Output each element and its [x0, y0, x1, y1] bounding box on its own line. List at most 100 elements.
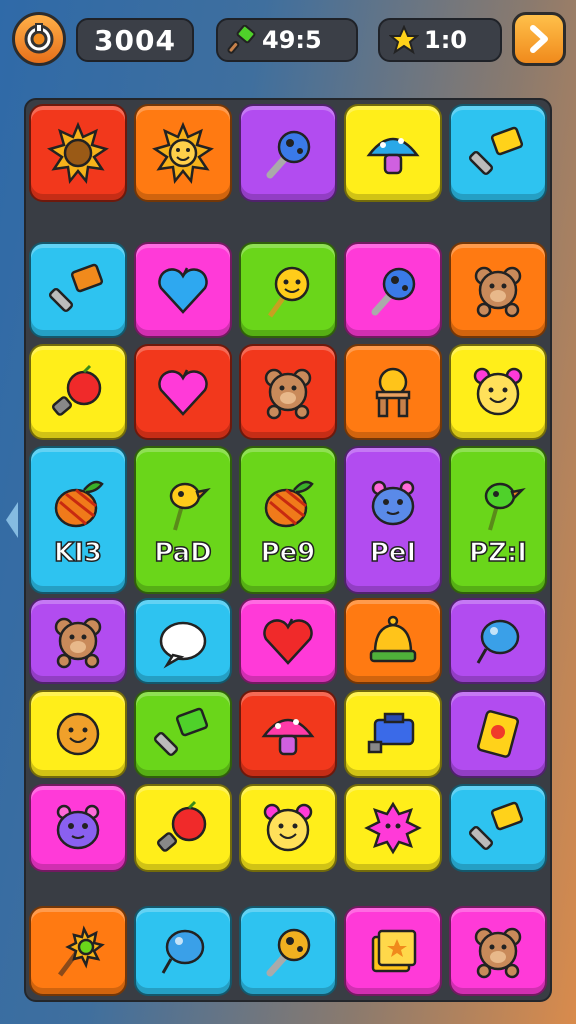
yellow-bird-icon [151, 472, 215, 536]
tile[interactable] [29, 598, 127, 684]
tile[interactable]: PaD [134, 446, 232, 594]
tile[interactable] [134, 242, 232, 338]
tile[interactable]: PeI [344, 446, 442, 594]
teddy-bear-icon [46, 609, 110, 673]
stars-value: 1:0 [424, 26, 467, 54]
smiling-flower-icon [256, 796, 320, 860]
blue-rattle-icon [256, 121, 320, 185]
green-hammer-icon [151, 702, 215, 766]
teddy-bear-icon [466, 258, 530, 322]
blue-heart-icon [151, 258, 215, 322]
tile-label: KI3 [53, 537, 102, 569]
tile[interactable] [449, 104, 547, 202]
smiling-sun-icon [151, 121, 215, 185]
white-bubble-icon [151, 609, 215, 673]
tile[interactable] [449, 690, 547, 778]
tile[interactable] [449, 784, 547, 872]
home-button[interactable] [12, 12, 66, 66]
tile[interactable] [29, 906, 127, 996]
top-hud: 3004 49:5 1:0 [0, 0, 576, 84]
tile[interactable] [239, 242, 337, 338]
smiling-flower-icon [466, 360, 530, 424]
arrow-right-icon [530, 25, 548, 53]
blue-creature-icon [361, 472, 425, 536]
red-heart-icon [256, 609, 320, 673]
star-icon [384, 25, 424, 55]
tile[interactable] [134, 598, 232, 684]
tile-label: PaD [153, 537, 212, 569]
tile[interactable] [344, 344, 442, 440]
tile[interactable] [239, 906, 337, 996]
striped-fruit-icon [256, 472, 320, 536]
tile[interactable] [239, 784, 337, 872]
tile[interactable] [239, 598, 337, 684]
tile[interactable] [344, 242, 442, 338]
green-bird-icon [466, 472, 530, 536]
tile[interactable] [134, 344, 232, 440]
orange-face-icon [46, 702, 110, 766]
smiling-lollipop-icon [256, 258, 320, 322]
gift-box-icon [361, 919, 425, 983]
tile[interactable] [29, 784, 127, 872]
tile[interactable] [29, 690, 127, 778]
moves-display: 49:5 [216, 18, 358, 62]
sun-icon [46, 121, 110, 185]
tile[interactable]: KI3 [29, 446, 127, 594]
tile[interactable]: PZ:I [449, 446, 547, 594]
moves-value: 49:5 [262, 26, 322, 54]
tile[interactable]: Pe9 [239, 446, 337, 594]
purple-creature-icon [46, 796, 110, 860]
blue-ball-rattle-icon [361, 258, 425, 322]
green-hammer-icon [222, 25, 262, 55]
tile[interactable] [239, 690, 337, 778]
tile[interactable] [134, 104, 232, 202]
tile[interactable] [344, 598, 442, 684]
tile[interactable] [449, 906, 547, 996]
tile[interactable] [449, 242, 547, 338]
tile[interactable] [239, 104, 337, 202]
pink-spiky-icon [361, 796, 425, 860]
sunflower-wand-icon [46, 919, 110, 983]
tile[interactable] [134, 690, 232, 778]
tile[interactable] [29, 344, 127, 440]
yellow-ball-icon [361, 360, 425, 424]
tile[interactable] [134, 784, 232, 872]
blue-block-icon [361, 702, 425, 766]
next-button[interactable] [512, 12, 566, 66]
tile[interactable] [449, 598, 547, 684]
apple-bomb-icon [46, 360, 110, 424]
orange-hammer-icon [46, 258, 110, 322]
yellow-card-icon [466, 702, 530, 766]
tile-label: PeI [369, 537, 417, 569]
tile-label: PZ:I [468, 537, 527, 569]
tile[interactable] [239, 344, 337, 440]
tile[interactable] [134, 906, 232, 996]
score-display: 3004 [76, 18, 194, 62]
teddy-bear-icon [466, 919, 530, 983]
blue-balloon-icon [151, 919, 215, 983]
home-target-icon [24, 23, 54, 54]
stars-display: 1:0 [378, 18, 502, 62]
pink-mushroom-icon [256, 702, 320, 766]
yellow-hammer-icon [466, 121, 530, 185]
yellow-hammer-icon [466, 796, 530, 860]
tile[interactable] [29, 242, 127, 338]
blue-balloon-icon [466, 609, 530, 673]
tile[interactable] [449, 344, 547, 440]
apple-bomb-icon [151, 796, 215, 860]
tile[interactable] [344, 784, 442, 872]
racket-icon [256, 919, 320, 983]
tile[interactable] [344, 690, 442, 778]
score-value: 3004 [94, 23, 176, 57]
game-board: KI3 PaD Pe9 PeI PZ:I [24, 98, 552, 1002]
striped-fruit-icon [46, 472, 110, 536]
mushroom-icon [361, 121, 425, 185]
tile[interactable] [344, 906, 442, 996]
side-scroll-arrow-icon[interactable] [2, 496, 22, 544]
pink-heart-icon [151, 360, 215, 424]
tile[interactable] [344, 104, 442, 202]
teddy-bear-icon [256, 360, 320, 424]
tile-label: Pe9 [260, 537, 316, 569]
bell-icon [361, 609, 425, 673]
tile[interactable] [29, 104, 127, 202]
